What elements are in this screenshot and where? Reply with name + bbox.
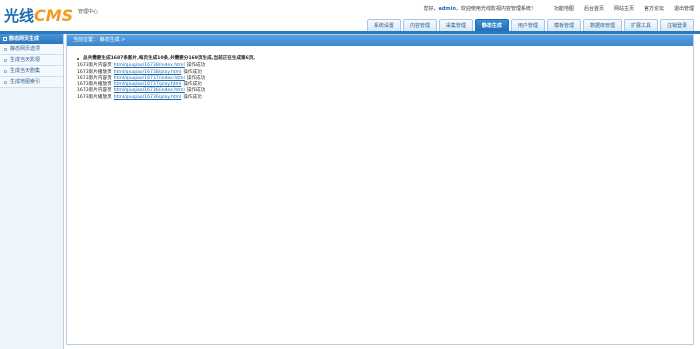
welcome-text: 您好，admin，欢迎使用光线影视内容管理系统！ [423, 6, 536, 12]
sidebar: 静态网页生成 静态网页选项 生成当天影视 生成当天剧集 生成地图索引 [0, 34, 64, 349]
sidebar-item-sitemap[interactable]: 生成地图索引 [0, 77, 63, 88]
main-panel: 当前位置： 静态生成 > 总共需要生成1687条影片,每页生成10条,共需要分1… [66, 34, 694, 345]
tab-static-generate[interactable]: 静态生成 [474, 19, 509, 31]
header: 光线CMS 管理中心 您好，admin，欢迎使用光线影视内容管理系统！ 功能地图… [0, 0, 700, 31]
tab-logout[interactable]: 注销登录 [659, 19, 694, 31]
link-forum[interactable]: 官方论坛 [644, 5, 664, 12]
log-summary: 总共需要生成1687条影片,每页生成10条,共需要分169页生成,当前正在生成第… [77, 56, 693, 62]
sidebar-item-static-options[interactable]: 静态网页选项 [0, 44, 63, 55]
main-tabs: 系统设置 内容管理 采集管理 静态生成 用户管理 模板管理 数据库管理 扩展工具… [366, 19, 694, 31]
username: admin [438, 6, 456, 12]
tab-database[interactable]: 数据库管理 [582, 19, 622, 31]
tab-system-settings[interactable]: 系统设置 [366, 19, 401, 31]
tab-collect[interactable]: 采集管理 [438, 19, 473, 31]
tab-content[interactable]: 内容管理 [402, 19, 437, 31]
sidebar-title: 静态网页生成 [0, 34, 63, 44]
bullet-icon [4, 58, 7, 62]
bullet-icon [4, 47, 7, 51]
tab-users[interactable]: 用户管理 [510, 19, 545, 31]
logo-subtitle: 管理中心 [78, 9, 99, 15]
generation-log: 总共需要生成1687条影片,每页生成10条,共需要分169页生成,当前正在生成第… [67, 46, 693, 101]
log-link[interactable]: html/qiuqiao/16736/play.html [114, 95, 182, 101]
link-admin-home[interactable]: 后台首页 [584, 5, 604, 12]
square-icon [3, 37, 7, 41]
sidebar-item-today-series[interactable]: 生成当天剧集 [0, 66, 63, 77]
bullet-icon [4, 80, 7, 84]
logo[interactable]: 光线CMS [4, 5, 73, 26]
top-links: 您好，admin，欢迎使用光线影视内容管理系统！ 功能地图 后台首页 网站主页 … [423, 5, 694, 12]
logo-main: 光线 [4, 7, 35, 25]
link-site-home[interactable]: 网站主页 [614, 5, 634, 12]
logo-accent: CMS [34, 6, 74, 25]
tab-tools[interactable]: 扩展工具 [623, 19, 658, 31]
bullet-icon [4, 69, 7, 73]
link-logout[interactable]: 退出管理 [674, 5, 694, 12]
tab-templates[interactable]: 模板管理 [546, 19, 581, 31]
log-line: 1673影片播放页 html/qiuqiao/16736/play.html 操… [77, 94, 202, 101]
bullet-icon [77, 58, 79, 61]
breadcrumb: 当前位置： 静态生成 > [67, 35, 693, 46]
link-function-map[interactable]: 功能地图 [554, 5, 574, 12]
sidebar-item-today-movies[interactable]: 生成当天影视 [0, 55, 63, 66]
